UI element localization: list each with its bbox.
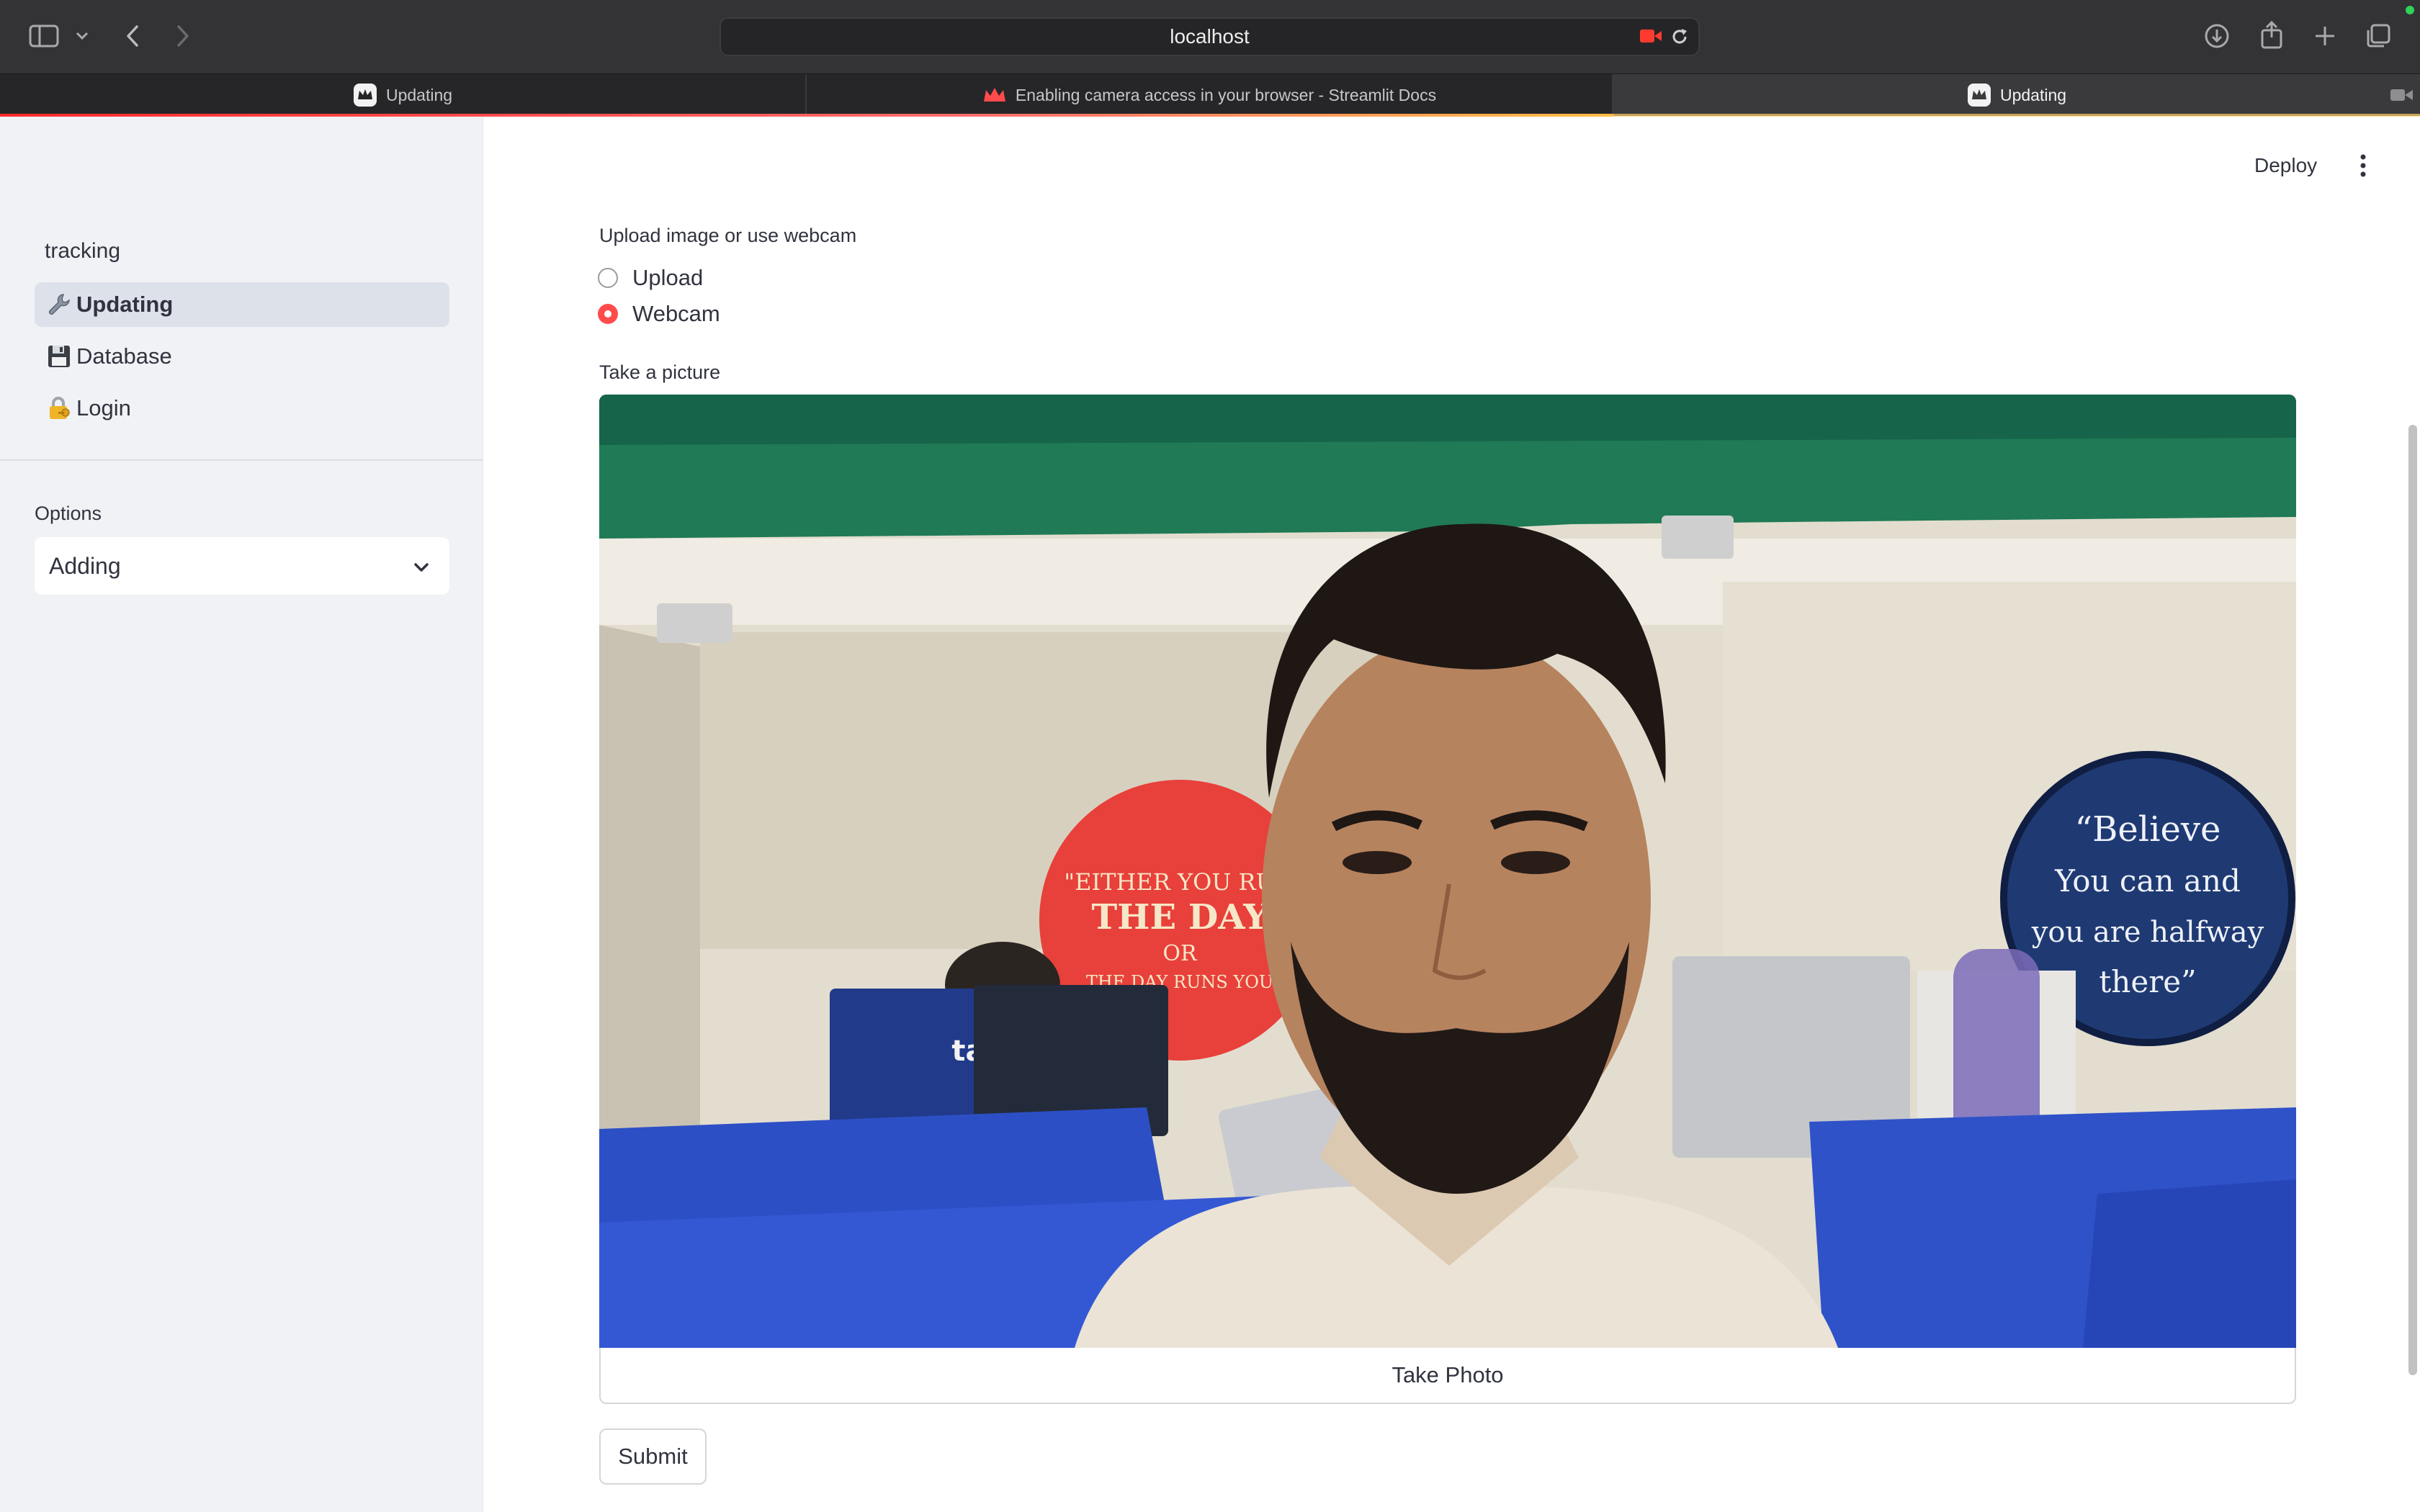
sidebar-divider (0, 459, 483, 461)
radio-upload[interactable]: Upload (598, 265, 703, 291)
back-icon[interactable] (120, 22, 145, 50)
tab-overview-icon[interactable] (2364, 22, 2393, 50)
deploy-button[interactable]: Deploy (2254, 154, 2317, 177)
options-select[interactable]: Adding (35, 537, 449, 595)
floppy-disk-icon (45, 342, 73, 371)
take-photo-button[interactable]: Take Photo (599, 1348, 2296, 1404)
streamlit-crown-icon (353, 83, 377, 107)
sidebar-item-label: Updating (76, 292, 174, 317)
poster-right-line1: “Believe (2075, 809, 2221, 850)
sidebar: tracking Updating Database Login Options… (0, 117, 483, 1512)
chevron-down-icon (412, 556, 431, 582)
share-icon[interactable] (2257, 19, 2286, 50)
locked-with-key-icon (45, 394, 73, 423)
scrollbar-thumb[interactable] (2408, 425, 2417, 1375)
reload-icon[interactable] (1670, 27, 1690, 50)
options-label: Options (35, 503, 102, 524)
source-radio-label: Upload image or use webcam (599, 225, 857, 246)
tab-bar: Updating Enabling camera access in your … (0, 73, 2420, 116)
poster-left-line2: THE DAY (1091, 897, 1268, 937)
page-load-indicator-tail (1613, 114, 2420, 117)
sidebar-item-tracking[interactable]: tracking (35, 229, 449, 274)
tab-label: Updating (385, 85, 453, 104)
forward-icon[interactable] (170, 22, 196, 50)
take-photo-label: Take Photo (1392, 1362, 1504, 1387)
poster-left-line3: OR (1162, 941, 1198, 966)
streamlit-red-crown-icon (982, 86, 1007, 104)
sidebar-item-login[interactable]: Login (35, 386, 449, 431)
streamlit-crown-icon (1967, 83, 1991, 107)
webcam-preview: "EITHER YOU RUN THE DAY OR THE DAY RUNS … (599, 395, 2296, 1348)
submit-button[interactable]: Submit (599, 1428, 707, 1485)
sidebar-item-label: tracking (45, 239, 121, 263)
poster-left-line1: "EITHER YOU RUN (1064, 868, 1295, 896)
wrench-icon (45, 290, 73, 319)
kebab-menu-icon[interactable] (2354, 151, 2372, 184)
radio-circle-unselected[interactable] (598, 268, 618, 288)
recording-indicator-dot (2406, 6, 2414, 14)
poster-right-line2: You can and (2054, 863, 2241, 899)
sidebar-item-label: Login (76, 395, 131, 420)
camera-input-label: Take a picture (599, 361, 721, 383)
poster-right-line4: there” (2099, 964, 2196, 999)
tab-updating-active[interactable]: Updating (1613, 74, 2420, 116)
tab-camera-icon (2390, 86, 2414, 104)
url-text: localhost (1170, 25, 1250, 48)
tab-streamlit-docs[interactable]: Enabling camera access in your browser -… (807, 74, 1612, 116)
tab-label: Updating (1999, 85, 2067, 104)
radio-webcam[interactable]: Webcam (598, 301, 720, 327)
radio-label: Upload (632, 265, 704, 290)
radio-circle-selected[interactable] (598, 304, 618, 324)
tab-updating[interactable]: Updating (0, 74, 805, 116)
sidebar-item-updating[interactable]: Updating (35, 282, 449, 327)
download-icon[interactable] (2202, 22, 2231, 50)
browser-toolbar: localhost (0, 0, 2420, 73)
address-bar[interactable]: localhost (720, 17, 1700, 56)
chevron-down-icon[interactable] (72, 26, 92, 46)
poster-right-line3: you are halfway (2031, 916, 2264, 949)
new-tab-icon[interactable] (2311, 22, 2339, 50)
sidebar-item-label: Database (76, 343, 172, 369)
camera-recording-icon[interactable] (1639, 27, 1662, 48)
tab-label: Enabling camera access in your browser -… (1015, 85, 1437, 104)
submit-label: Submit (618, 1444, 688, 1469)
sidebar-item-database[interactable]: Database (35, 334, 449, 379)
radio-label: Webcam (632, 301, 720, 326)
sidebar-toggle-icon[interactable] (27, 22, 60, 50)
options-select-value: Adding (49, 552, 121, 579)
